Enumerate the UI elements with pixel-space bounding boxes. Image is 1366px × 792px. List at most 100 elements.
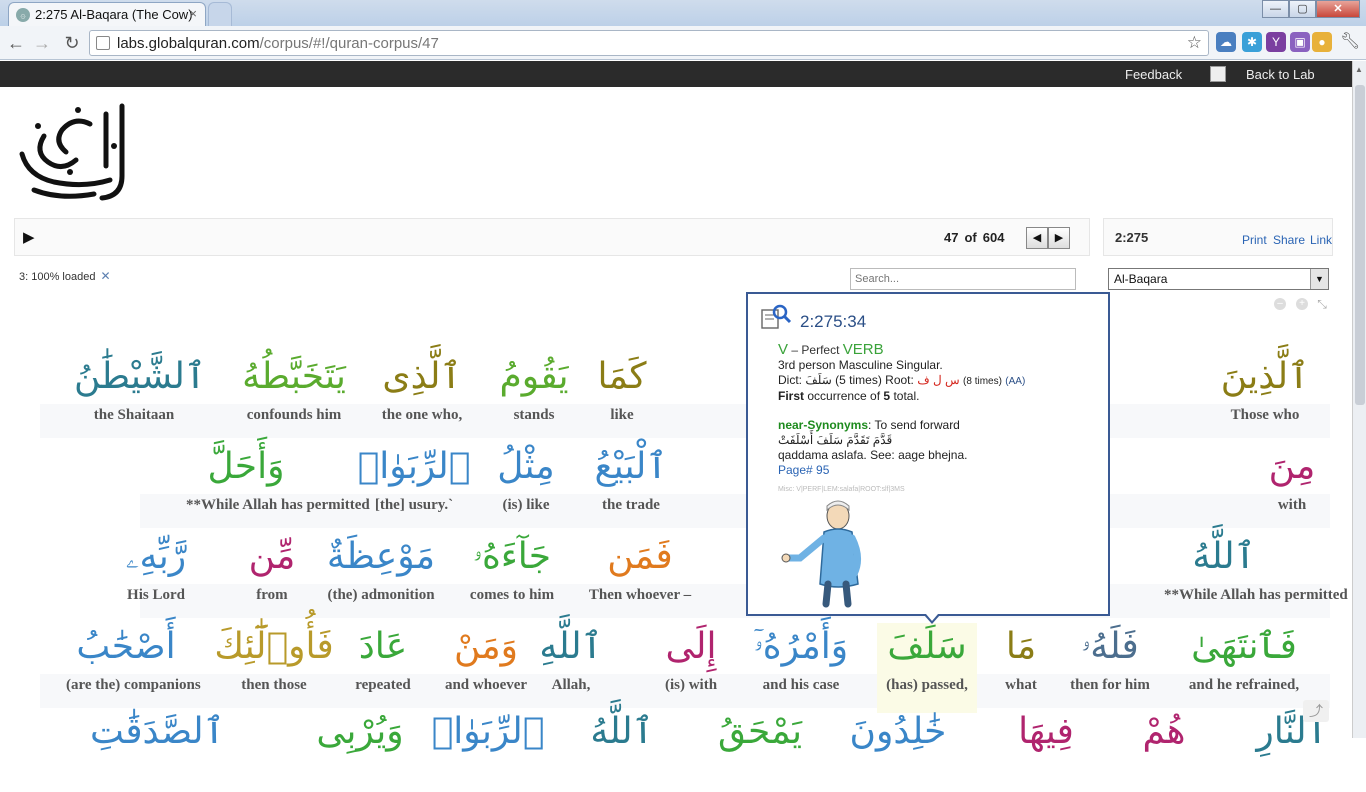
- dismiss-status-icon[interactable]: ✕: [100, 269, 110, 283]
- quran-word[interactable]: فِيهَا: [986, 708, 1106, 792]
- quran-word[interactable]: وَأَحَلَّ **While Allah has permitted: [186, 443, 370, 527]
- quran-word[interactable]: وَيُرْبِى: [300, 708, 420, 792]
- share-float-icon[interactable]: ⤴: [1303, 700, 1329, 722]
- arabic-word[interactable]: أَصْحَٰبُ: [66, 623, 186, 671]
- arabic-word[interactable]: فَأُو۟لَٰٓئِكَ: [214, 623, 334, 671]
- quran-word[interactable]: ٱللَّهُ: [562, 708, 682, 792]
- zoom-in-icon[interactable]: +: [1296, 298, 1308, 310]
- print-link[interactable]: Print: [1242, 233, 1267, 247]
- play-icon[interactable]: ▶: [23, 228, 35, 246]
- quran-word[interactable]: خَٰلِدُونَ: [838, 708, 958, 792]
- arabic-word[interactable]: وَمَنْ: [426, 623, 546, 671]
- search-input[interactable]: [850, 268, 1076, 290]
- scroll-up-icon[interactable]: ▲: [1355, 65, 1363, 74]
- quran-word[interactable]: مِثْلُ (is) like: [466, 443, 586, 527]
- quran-word[interactable]: ٱلْبَيْعُ the trade: [571, 443, 691, 527]
- arabic-word[interactable]: مِنَ: [1232, 443, 1352, 491]
- arabic-word[interactable]: مَوْعِظَةٌ: [321, 533, 441, 581]
- arabic-word[interactable]: ٱللَّهُ: [562, 708, 682, 756]
- quran-word[interactable]: يَمْحَقُ: [700, 708, 820, 792]
- quran-word[interactable]: فَمَن Then whoever –: [580, 533, 700, 617]
- new-tab-button[interactable]: [208, 2, 232, 26]
- y-extension-icon[interactable]: Y: [1266, 32, 1286, 52]
- quran-word[interactable]: أَصْحَٰبُ (are the) companions: [66, 623, 201, 707]
- puzzle-extension-icon[interactable]: ▣: [1290, 32, 1310, 52]
- quran-word[interactable]: هُمْ: [1104, 708, 1224, 792]
- next-page-button[interactable]: ▶: [1048, 227, 1070, 249]
- link-link[interactable]: Link: [1310, 233, 1332, 247]
- arabic-word[interactable]: رَّبِّهِۦ: [96, 533, 216, 581]
- quran-word[interactable]: عَادَ repeated: [323, 623, 443, 707]
- arabic-word[interactable]: ٱلصَّدَقَٰتِ: [90, 708, 225, 756]
- arabic-word[interactable]: وَيُرْبِى: [300, 708, 420, 756]
- quran-word[interactable]: إِلَى (is) with: [631, 623, 751, 707]
- wrench-menu-icon[interactable]: 🔧︎: [1340, 32, 1360, 52]
- quran-word[interactable]: مَوْعِظَةٌ (the) admonition: [321, 533, 441, 617]
- minimize-button[interactable]: —: [1262, 0, 1289, 18]
- bookmark-star-icon[interactable]: ☆: [1187, 33, 1202, 53]
- arabic-word[interactable]: ٱللَّهُ: [1164, 533, 1284, 581]
- arabic-word[interactable]: ٱلْبَيْعُ: [571, 443, 691, 491]
- browser-tab-active[interactable]: ۞ 2:275 Al-Baqara (The Cow) ×: [8, 2, 206, 26]
- maximize-button[interactable]: ▢: [1289, 0, 1316, 18]
- arabic-word[interactable]: وَأَمْرُهُۥٓ: [741, 623, 861, 671]
- arabic-word[interactable]: ٱلرِّبَوٰا۟: [354, 443, 474, 491]
- arabic-word[interactable]: يَتَخَبَّطُهُ: [234, 353, 354, 401]
- back-to-lab-link[interactable]: Back to Lab: [1246, 67, 1315, 82]
- arabic-word[interactable]: وَأَحَلَّ: [186, 443, 306, 491]
- arabic-word[interactable]: ٱلشَّيْطَٰنُ: [74, 353, 206, 401]
- quran-word[interactable]: جَآءَهُۥ comes to him: [452, 533, 572, 617]
- quran-word[interactable]: رَّبِّهِۦ His Lord: [96, 533, 216, 617]
- root-letters[interactable]: س ل ف: [917, 373, 959, 387]
- arabic-word[interactable]: يَمْحَقُ: [700, 708, 820, 756]
- quran-word[interactable]: ٱلنَّارِ: [1232, 708, 1352, 792]
- back-icon[interactable]: ←: [4, 31, 28, 55]
- quran-word[interactable]: ٱللَّهُ **While Allah has permitted: [1164, 533, 1348, 617]
- close-window-button[interactable]: ✕: [1316, 0, 1360, 18]
- quran-word[interactable]: سَلَفَ (has) passed,: [867, 623, 987, 707]
- arabic-word[interactable]: جَآءَهُۥ: [452, 533, 572, 581]
- arabic-word[interactable]: إِلَى: [631, 623, 751, 671]
- quran-word[interactable]: ٱلشَّيْطَٰنُ the Shaitaan: [74, 353, 206, 437]
- notification-extension-icon[interactable]: ●: [1312, 32, 1332, 52]
- prev-page-button[interactable]: ◀: [1026, 227, 1048, 249]
- zoom-out-icon[interactable]: –: [1274, 298, 1286, 310]
- arabic-word[interactable]: فَمَن: [580, 533, 700, 581]
- synonyms-label[interactable]: near-Synonyms: [778, 418, 868, 432]
- fullscreen-icon[interactable]: ⤡: [1316, 298, 1328, 310]
- arabic-word[interactable]: فِيهَا: [986, 708, 1106, 756]
- quran-word[interactable]: ٱلَّذِينَ Those who: [1205, 353, 1325, 437]
- aa-link[interactable]: (AA): [1005, 376, 1025, 387]
- quran-word[interactable]: ٱلَّذِى the one who,: [362, 353, 482, 437]
- page-reference-link[interactable]: Page# 95: [778, 463, 1098, 478]
- arabic-word[interactable]: عَادَ: [323, 623, 443, 671]
- quran-word[interactable]: يَقُومُ stands: [474, 353, 594, 437]
- quran-word[interactable]: ٱلرِّبَوٰا۟ [the] usury.`: [354, 443, 474, 527]
- arabic-word[interactable]: سَلَفَ: [867, 623, 987, 671]
- surah-select[interactable]: Al-Baqara ▼: [1108, 268, 1329, 290]
- tab-close-icon[interactable]: ×: [189, 6, 197, 21]
- quran-word[interactable]: ٱلرِّبَوٰا۟: [428, 708, 548, 792]
- arabic-word[interactable]: فَٱنتَهَىٰ: [1184, 623, 1304, 671]
- feedback-link[interactable]: Feedback: [1125, 67, 1182, 82]
- page-scrollbar[interactable]: ▲: [1352, 61, 1366, 738]
- quran-word[interactable]: مِّن from: [212, 533, 332, 617]
- quran-word[interactable]: فَأُو۟لَٰٓئِكَ then those: [214, 623, 334, 707]
- arabic-word[interactable]: ٱلَّذِى: [362, 353, 482, 401]
- arabic-word[interactable]: ٱلرِّبَوٰا۟: [428, 708, 548, 756]
- share-link[interactable]: Share: [1273, 233, 1305, 247]
- quran-word[interactable]: ٱلصَّدَقَٰتِ: [90, 708, 225, 792]
- arabic-word[interactable]: مِّن: [212, 533, 332, 581]
- quran-word[interactable]: مِنَ with: [1232, 443, 1352, 527]
- arabic-word[interactable]: مِثْلُ: [466, 443, 586, 491]
- quran-word[interactable]: فَٱنتَهَىٰ and he refrained,: [1184, 623, 1304, 707]
- gear-extension-icon[interactable]: ✱: [1242, 32, 1262, 52]
- arabic-word[interactable]: خَٰلِدُونَ: [838, 708, 958, 756]
- forward-icon[interactable]: →: [30, 31, 54, 55]
- reload-icon[interactable]: ↻: [60, 31, 84, 55]
- arabic-word[interactable]: ٱلنَّارِ: [1232, 708, 1352, 756]
- quran-word[interactable]: وَأَمْرُهُۥٓ and his case: [741, 623, 861, 707]
- arabic-word[interactable]: ٱلَّذِينَ: [1205, 353, 1325, 401]
- quran-word[interactable]: وَمَنْ and whoever: [426, 623, 546, 707]
- scrollbar-thumb[interactable]: [1355, 85, 1365, 405]
